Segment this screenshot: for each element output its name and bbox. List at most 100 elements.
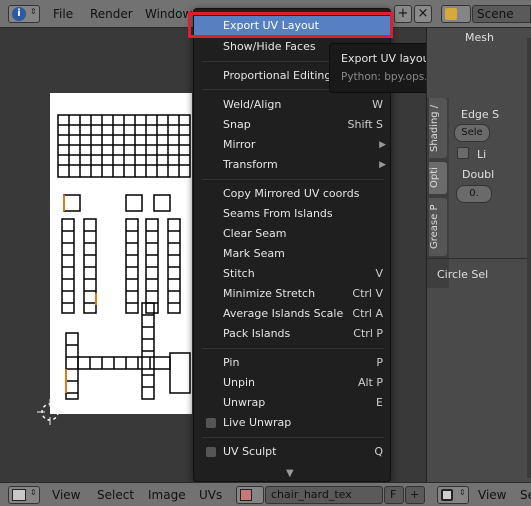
chevron-down-icon: ⇕ [30, 7, 37, 16]
vertical-scrollbar[interactable] [527, 38, 531, 478]
menu-item-pack-islands[interactable]: Pack Islands Ctrl P [194, 324, 392, 344]
mesh-header-label: Mesh [465, 31, 494, 44]
bottom-header: ⇕ View Select Image UVs chair_hard_tex F… [0, 482, 531, 506]
menu-view[interactable]: View [52, 488, 80, 502]
right-properties-panel: Mesh Shading / Opti Grease P Edge S Sele… [426, 28, 531, 482]
menu-item-mirror[interactable]: Mirror ▶ [194, 135, 392, 155]
menu-item-label: Clear Seam [223, 227, 287, 240]
live-checkbox[interactable] [457, 147, 469, 159]
menu-item-transform[interactable]: Transform ▶ [194, 155, 392, 175]
tab-shading[interactable]: Shading / [429, 98, 447, 158]
submenu-arrow-icon: ▶ [379, 140, 386, 150]
menu-item-minimize-stretch[interactable]: Minimize Stretch Ctrl V [194, 284, 392, 304]
remove-screen-button[interactable]: × [414, 5, 432, 23]
shortcut-label: P [376, 356, 383, 369]
scene-field[interactable]: Scene [472, 5, 531, 23]
menu-item-weld-align[interactable]: Weld/Align W [194, 95, 392, 115]
chevron-down-icon: ⇕ [30, 488, 37, 497]
menu-item-label: Transform [223, 158, 278, 171]
tab-options[interactable]: Opti [429, 162, 447, 194]
2d-cursor-icon[interactable] [35, 397, 65, 427]
menu-item-label: Average Islands Scale [223, 307, 344, 320]
add-screen-button[interactable]: + [394, 5, 412, 23]
menu-item-label: Proportional Editing [223, 69, 332, 82]
menu-view-3d[interactable]: View [478, 488, 506, 502]
menu-select[interactable]: Select [97, 488, 134, 502]
menu-item-clear-seam[interactable]: Clear Seam [194, 224, 392, 244]
uv-island-bottom [65, 302, 191, 400]
edge-select-label: Edge S [461, 108, 500, 121]
shortcut-label: W [372, 98, 383, 111]
tab-grease-pencil[interactable]: Grease P [429, 198, 447, 256]
menu-item-snap[interactable]: Snap Shift S [194, 115, 392, 135]
menu-item-mark-seam[interactable]: Mark Seam [194, 244, 392, 264]
submenu-arrow-icon: ▶ [379, 160, 386, 170]
checkbox[interactable] [206, 447, 216, 457]
menu-separator [202, 179, 384, 180]
editor-type-button[interactable]: i ⇕ [8, 5, 40, 23]
menu-item-pin[interactable]: Pin P [194, 353, 392, 373]
menu-item-label: Minimize Stretch [223, 287, 316, 300]
menu-item-label: Pin [223, 356, 240, 369]
shortcut-label: Ctrl V [352, 287, 383, 300]
menu-item-unwrap[interactable]: Unwrap E [194, 393, 392, 413]
menu-item-unpin[interactable]: Unpin Alt P [194, 373, 392, 393]
double-value: 0. [469, 188, 479, 199]
scene-icon [445, 8, 457, 20]
scene-browse-button[interactable] [441, 5, 471, 23]
3d-view-editor-button[interactable]: ⇕ [437, 486, 469, 504]
checkbox[interactable] [206, 418, 216, 428]
shortcut-label: Ctrl P [353, 327, 383, 340]
menu-item-seams-from-islands[interactable]: Seams From Islands [194, 204, 392, 224]
menu-window[interactable]: Window [145, 7, 192, 21]
menu-item-label: Live Unwrap [223, 416, 292, 429]
fake-user-label: F [390, 488, 397, 501]
double-threshold-field[interactable]: 0. [456, 185, 492, 203]
3d-view-icon [441, 489, 453, 501]
menu-item-live-unwrap[interactable]: Live Unwrap [194, 413, 392, 433]
panel-divider [427, 258, 531, 259]
shortcut-label: Alt P [357, 376, 383, 389]
shortcut-label: Ctrl A [352, 307, 383, 320]
plus-icon: + [397, 6, 409, 21]
image-icon [240, 489, 252, 501]
menu-item-label: Mirror [223, 138, 256, 151]
menu-item-label: Mark Seam [223, 247, 285, 260]
menu-item-label: Weld/Align [223, 98, 282, 111]
menu-item-label: Copy Mirrored UV coords [223, 187, 360, 200]
shortcut-label: Shift S [347, 118, 383, 131]
menu-item-copy-mirrored-uv-coords[interactable]: Copy Mirrored UV coords [194, 184, 392, 204]
menu-item-label: Stitch [223, 267, 255, 280]
circle-select-label: Circle Sel [437, 268, 489, 281]
scroll-down-arrow-icon[interactable]: ▼ [286, 468, 294, 479]
annotation-box-export [188, 12, 393, 38]
menu-image[interactable]: Image [148, 488, 186, 502]
editor-type-button[interactable]: ⇕ [8, 486, 40, 504]
shortcut-label: Q [374, 445, 383, 458]
uv-image-editor-icon [12, 489, 26, 501]
new-image-button[interactable]: + [405, 486, 425, 504]
menu-item-average-islands-scale[interactable]: Average Islands Scale Ctrl A [194, 304, 392, 324]
info-icon: i [12, 7, 26, 21]
menu-item-label: Unwrap [223, 396, 266, 409]
menu-item-label: Unpin [223, 376, 256, 389]
double-label: Doubl [462, 168, 495, 181]
uv-island-vertical-strips [61, 218, 181, 314]
panel-tabs: Shading / Opti Grease P [427, 98, 449, 288]
menu-select-3d[interactable]: Se [520, 488, 531, 502]
image-name: chair_hard_tex [271, 488, 352, 501]
image-browse-button[interactable] [236, 486, 264, 504]
menu-file[interactable]: File [53, 7, 73, 21]
shortcut-label: V [375, 267, 383, 280]
menu-uvs[interactable]: UVs [199, 488, 222, 502]
edge-select-dropdown[interactable]: Sele [454, 124, 490, 142]
close-icon: × [417, 6, 429, 21]
menu-item-label: Snap [223, 118, 251, 131]
menu-item-uv-sculpt[interactable]: UV Sculpt Q [194, 442, 392, 462]
menu-item-stitch[interactable]: Stitch V [194, 264, 392, 284]
fake-user-button[interactable]: F [384, 486, 404, 504]
menu-render[interactable]: Render [90, 7, 133, 21]
image-name-field[interactable]: chair_hard_tex [265, 486, 383, 504]
chevron-down-icon: ⇕ [459, 488, 466, 497]
uv-island-small-squares [63, 194, 171, 212]
